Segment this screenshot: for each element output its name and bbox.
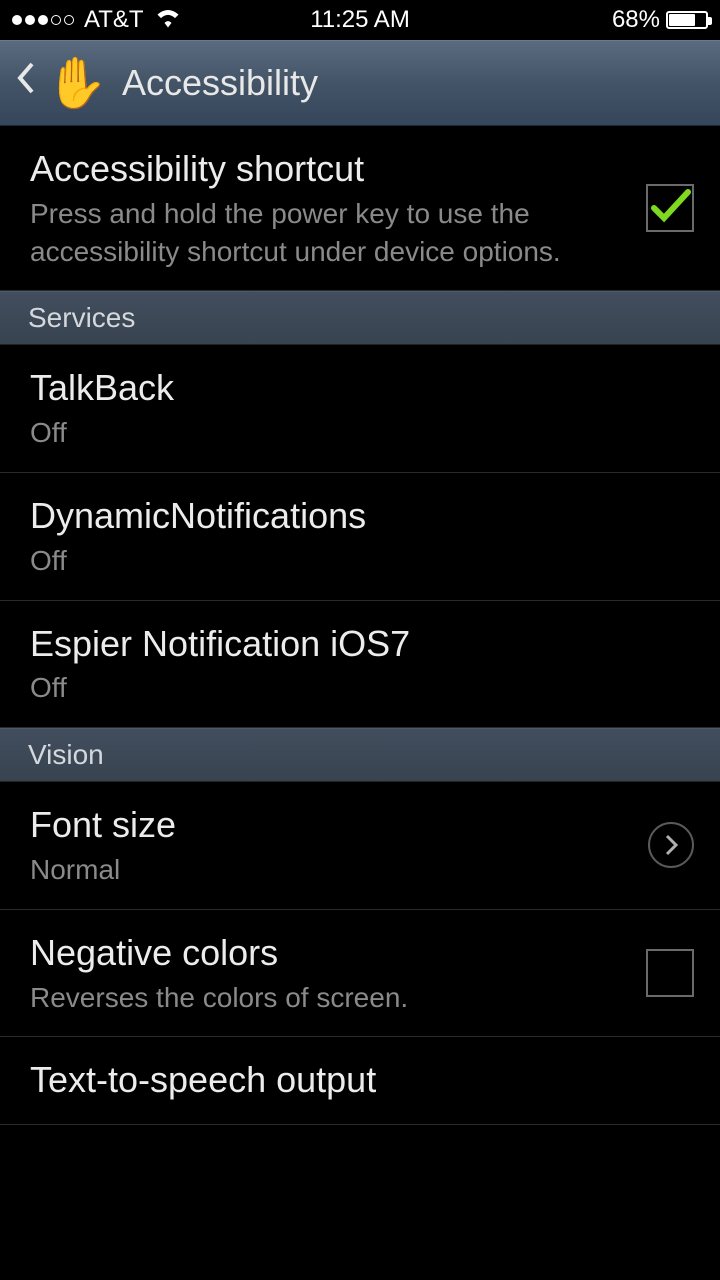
item-title: Font size <box>30 802 630 849</box>
item-text-to-speech[interactable]: Text-to-speech output <box>0 1037 720 1125</box>
battery-icon <box>666 11 708 29</box>
item-text: Font size Normal <box>30 802 630 889</box>
header-bar[interactable]: ✋ Accessibility <box>0 40 720 126</box>
item-dynamic-notifications[interactable]: DynamicNotifications Off <box>0 473 720 601</box>
page-title: Accessibility <box>122 62 318 104</box>
item-status: Off <box>30 542 694 580</box>
item-description: Reverses the colors of screen. <box>30 979 628 1017</box>
section-services: Services <box>0 291 720 345</box>
checkbox-unchecked[interactable] <box>646 949 694 997</box>
item-title: Accessibility shortcut <box>30 146 628 193</box>
item-text: Negative colors Reverses the colors of s… <box>30 930 628 1017</box>
settings-list: Accessibility shortcut Press and hold th… <box>0 126 720 1125</box>
item-title: Espier Notification iOS7 <box>30 621 694 668</box>
checkmark-icon <box>648 184 692 233</box>
item-negative-colors[interactable]: Negative colors Reverses the colors of s… <box>0 910 720 1038</box>
status-bar: AT&T 11:25 AM 68% <box>0 0 720 40</box>
item-title: DynamicNotifications <box>30 493 694 540</box>
item-title: TalkBack <box>30 365 694 412</box>
checkbox-checked[interactable] <box>646 184 694 232</box>
item-accessibility-shortcut[interactable]: Accessibility shortcut Press and hold th… <box>0 126 720 291</box>
signal-strength-icon <box>12 15 74 25</box>
item-text: Text-to-speech output <box>30 1057 694 1104</box>
carrier-label: AT&T <box>84 6 144 34</box>
item-talkback[interactable]: TalkBack Off <box>0 345 720 473</box>
item-text: TalkBack Off <box>30 365 694 452</box>
item-text: Espier Notification iOS7 Off <box>30 621 694 708</box>
item-description: Press and hold the power key to use the … <box>30 195 628 271</box>
item-font-size[interactable]: Font size Normal <box>0 782 720 910</box>
item-title: Negative colors <box>30 930 628 977</box>
section-vision: Vision <box>0 728 720 782</box>
item-status: Off <box>30 414 694 452</box>
back-icon[interactable] <box>16 61 36 105</box>
item-status: Off <box>30 669 694 707</box>
status-right: 68% <box>612 6 708 34</box>
status-time: 11:25 AM <box>310 6 410 34</box>
item-status: Normal <box>30 851 630 889</box>
item-text: DynamicNotifications Off <box>30 493 694 580</box>
item-title: Text-to-speech output <box>30 1057 694 1104</box>
item-text: Accessibility shortcut Press and hold th… <box>30 146 628 270</box>
battery-percent: 68% <box>612 6 660 34</box>
chevron-circle-icon[interactable] <box>648 822 694 868</box>
accessibility-hand-icon: ✋ <box>46 52 108 114</box>
item-espier-notification[interactable]: Espier Notification iOS7 Off <box>0 601 720 729</box>
wifi-icon <box>154 6 182 35</box>
status-left: AT&T <box>12 6 182 35</box>
